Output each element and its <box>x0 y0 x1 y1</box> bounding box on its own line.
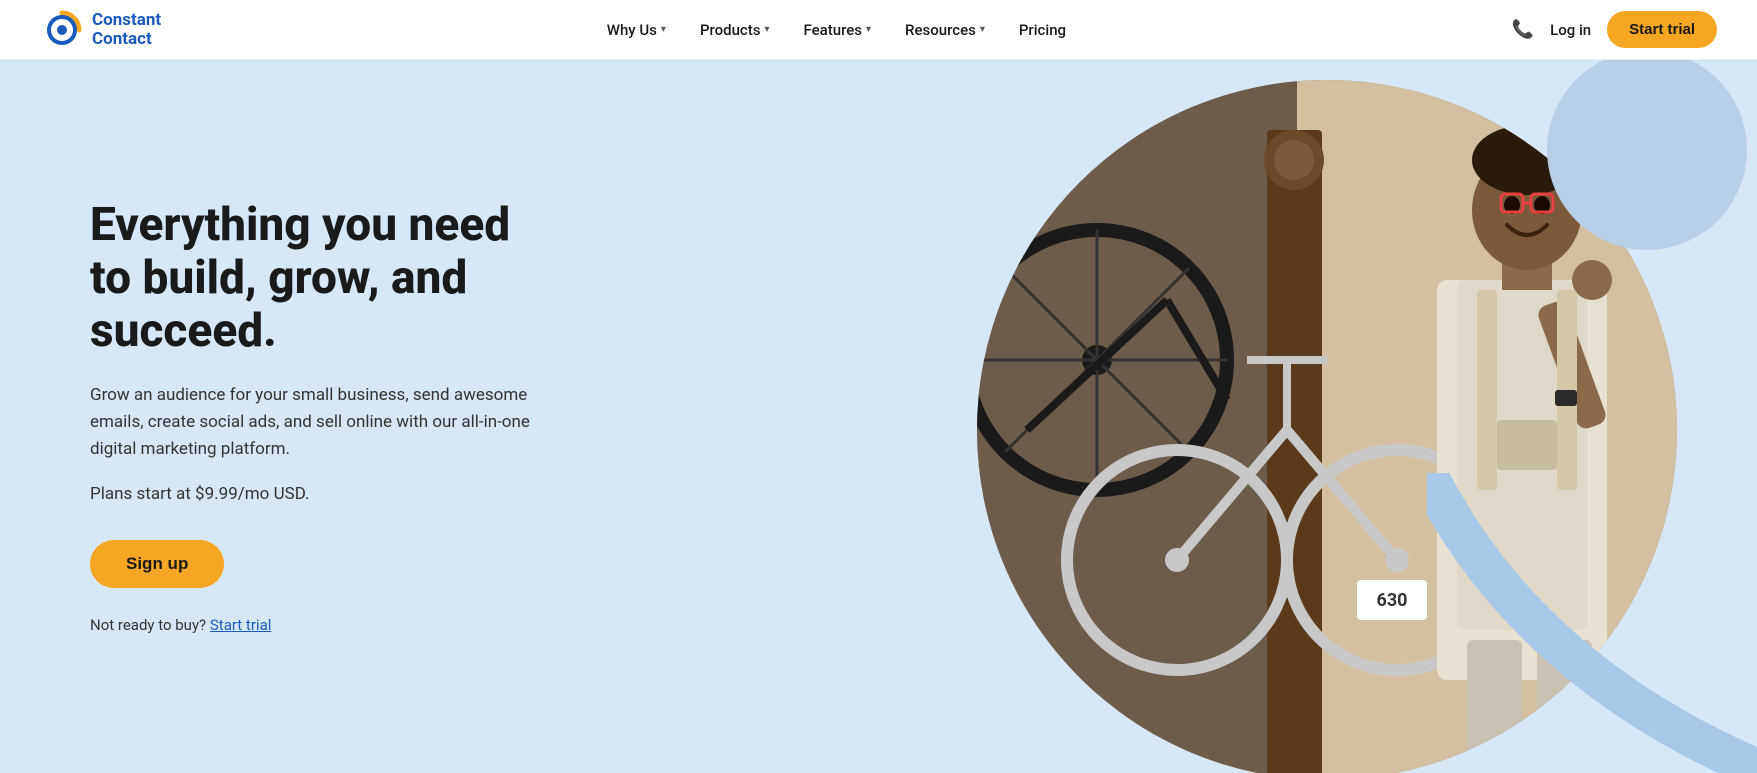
phone-icon[interactable]: 📞 <box>1512 19 1534 40</box>
nav-features[interactable]: Features ▾ <box>790 13 886 47</box>
deco-circle-top-right <box>1547 60 1747 250</box>
chevron-down-icon: ▾ <box>661 24 666 35</box>
logo-icon <box>40 8 84 52</box>
logo[interactable]: Constant Contact <box>40 8 161 52</box>
svg-text:630: 630 <box>1377 590 1408 611</box>
deco-arc-bottom-right <box>1427 473 1757 773</box>
not-ready-text: Not ready to buy? Start trial <box>90 616 560 634</box>
main-nav: Why Us ▾ Products ▾ Features ▾ Resources… <box>593 13 1080 47</box>
chevron-down-icon: ▾ <box>764 24 769 35</box>
navbar-right: 📞 Log in Start trial <box>1512 11 1717 48</box>
hero-title: Everything you need to build, grow, and … <box>90 199 560 358</box>
navbar: Constant Contact Why Us ▾ Products ▾ Fea… <box>0 0 1757 60</box>
signup-button[interactable]: Sign up <box>90 540 224 588</box>
hero-content: Everything you need to build, grow, and … <box>0 119 640 713</box>
nav-why-us[interactable]: Why Us ▾ <box>593 13 680 47</box>
hero-section: Everything you need to build, grow, and … <box>0 60 1757 773</box>
start-trial-link[interactable]: Start trial <box>210 616 272 634</box>
chevron-down-icon: ▾ <box>866 24 871 35</box>
chevron-down-icon: ▾ <box>980 24 985 35</box>
nav-products[interactable]: Products ▾ <box>686 13 784 47</box>
nav-resources[interactable]: Resources ▾ <box>891 13 999 47</box>
nav-pricing[interactable]: Pricing <box>1005 13 1080 47</box>
brand-name: Constant Contact <box>92 11 161 48</box>
start-trial-button[interactable]: Start trial <box>1607 11 1717 48</box>
hero-description: Grow an audience for your small business… <box>90 382 560 464</box>
hero-image-area: 630 <box>668 60 1757 773</box>
login-link[interactable]: Log in <box>1550 21 1591 39</box>
hero-pricing: Plans start at $9.99/mo USD. <box>90 484 560 504</box>
